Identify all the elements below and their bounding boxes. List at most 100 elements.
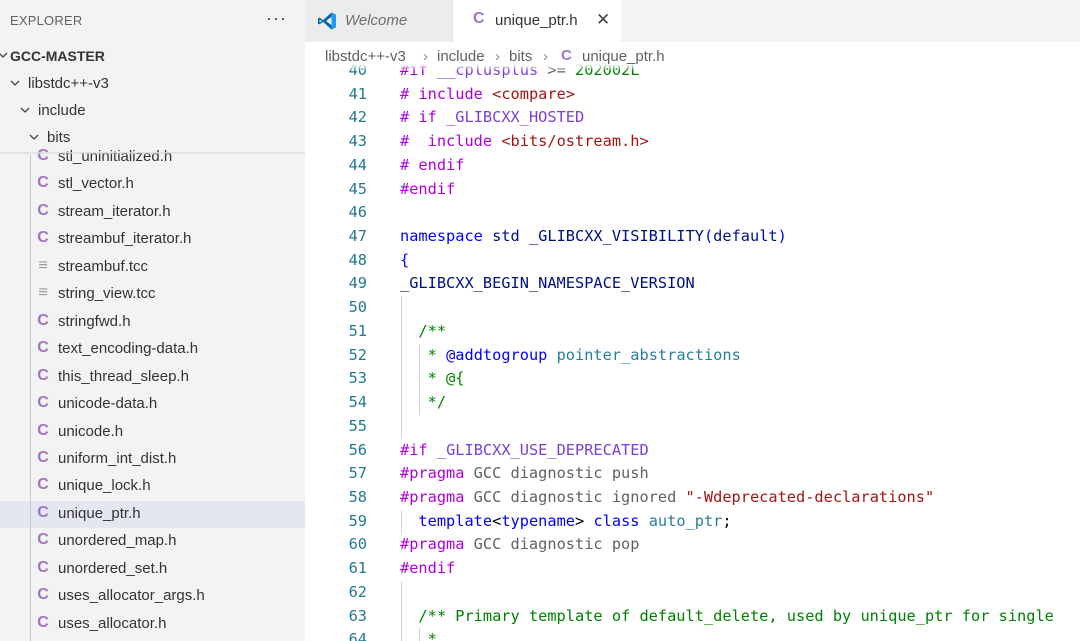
breadcrumb-include[interactable]: include bbox=[437, 48, 485, 65]
file-item[interactable]: Cstl_vector.h bbox=[0, 171, 305, 198]
code-line[interactable]: 61 #endif bbox=[305, 557, 1080, 581]
file-item[interactable]: Cstreambuf_iterator.h bbox=[0, 226, 305, 253]
code-line[interactable]: 54 */ bbox=[305, 391, 1080, 415]
tab-unique-ptr[interactable]: C unique_ptr.h ✕ bbox=[453, 0, 621, 42]
c-file-icon: C bbox=[37, 614, 49, 631]
tree-folder-include[interactable]: include bbox=[0, 98, 305, 125]
tree-root-label: GCC-MASTER bbox=[10, 48, 105, 64]
code-text: # if _GLIBCXX_HOSTED bbox=[400, 108, 585, 126]
tree-root-gcc-master[interactable]: GCC-MASTER bbox=[0, 43, 305, 70]
code-line[interactable]: 63 /** Primary template of default_delet… bbox=[305, 605, 1080, 629]
indent-guide bbox=[419, 344, 420, 368]
line-number: 47 bbox=[348, 227, 367, 245]
file-item[interactable]: Cstl_uninitialized.h bbox=[0, 144, 305, 171]
line-number: 41 bbox=[348, 85, 367, 103]
indent-guide bbox=[401, 391, 402, 415]
file-item-label: unicode-data.h bbox=[58, 395, 158, 412]
file-item[interactable]: Cthis_thread_sleep.h bbox=[0, 364, 305, 391]
line-number: 43 bbox=[348, 132, 367, 150]
code-text: /** Primary template of default_delete, … bbox=[400, 607, 1054, 625]
code-line[interactable]: 52 * @addtogroup pointer_abstractions bbox=[305, 344, 1080, 368]
code-line[interactable]: 43 # include <bits/ostream.h> bbox=[305, 130, 1080, 154]
code-text: # endif bbox=[400, 156, 465, 174]
file-item-label: stream_iterator.h bbox=[58, 203, 171, 220]
indent-guide bbox=[401, 628, 402, 641]
code-line[interactable]: 48 { bbox=[305, 249, 1080, 273]
breadcrumb-bits[interactable]: bits bbox=[509, 48, 532, 65]
explorer-sidebar: EXPLORER ··· GCC-MASTER libstdc++-v3 inc… bbox=[0, 0, 305, 641]
file-item[interactable]: Cuniform_int_dist.h bbox=[0, 446, 305, 473]
code-line[interactable]: 47 namespace std _GLIBCXX_VISIBILITY(defa… bbox=[305, 225, 1080, 249]
file-item[interactable]: Cstream_iterator.h bbox=[0, 199, 305, 226]
line-number: 57 bbox=[348, 464, 367, 482]
file-item-label: unordered_map.h bbox=[58, 532, 177, 549]
code-line[interactable]: 53 * @{ bbox=[305, 367, 1080, 391]
line-number: 62 bbox=[348, 583, 367, 601]
file-item[interactable]: Ctext_encoding-data.h bbox=[0, 336, 305, 363]
file-item[interactable]: Cunordered_set.h bbox=[0, 556, 305, 583]
c-file-icon: C bbox=[37, 367, 49, 384]
indent-guide bbox=[401, 415, 402, 439]
indent-guide bbox=[401, 344, 402, 368]
indent-guide bbox=[419, 391, 420, 415]
code-line[interactable]: 46 bbox=[305, 201, 1080, 225]
code-line[interactable]: 44 # endif bbox=[305, 154, 1080, 178]
indent-guide bbox=[30, 155, 31, 641]
code-line[interactable]: 51 /** bbox=[305, 320, 1080, 344]
file-item-label: this_thread_sleep.h bbox=[58, 368, 189, 385]
file-item[interactable]: Cunique_lock.h bbox=[0, 473, 305, 500]
code-line[interactable]: 60 #pragma GCC diagnostic pop bbox=[305, 533, 1080, 557]
explorer-title: EXPLORER bbox=[10, 13, 83, 28]
code-line[interactable]: 59 template<typename> class auto_ptr; bbox=[305, 510, 1080, 534]
breadcrumb-libstdcxx[interactable]: libstdc++-v3 bbox=[325, 48, 406, 65]
code-text: */ bbox=[400, 393, 447, 411]
indent-guide bbox=[401, 581, 402, 605]
file-item-label: text_encoding-data.h bbox=[58, 340, 199, 357]
file-item[interactable]: ≡ string_view.tcc bbox=[0, 281, 305, 308]
c-file-icon: C bbox=[37, 174, 49, 191]
code-editor[interactable]: 40 #if __cplusplus >= 202002L 41 # include … bbox=[305, 64, 1080, 641]
file-item[interactable]: Cuses_allocator_args.h bbox=[0, 583, 305, 610]
more-actions-icon[interactable]: ··· bbox=[266, 8, 287, 29]
tab-welcome[interactable]: Welcome bbox=[305, 0, 453, 42]
code-line[interactable]: 62 bbox=[305, 581, 1080, 605]
code-line[interactable]: 55 bbox=[305, 415, 1080, 439]
file-item[interactable]: Cstringfwd.h bbox=[0, 309, 305, 336]
c-file-icon: C bbox=[37, 449, 49, 466]
file-item[interactable]: Cunicode.h bbox=[0, 419, 305, 446]
line-number: 56 bbox=[348, 441, 367, 459]
code-line[interactable]: 49 _GLIBCXX_BEGIN_NAMESPACE_VERSION bbox=[305, 272, 1080, 296]
c-file-icon: C bbox=[473, 10, 485, 27]
code-line[interactable]: 64 * bbox=[305, 628, 1080, 641]
line-number: 51 bbox=[348, 322, 367, 340]
code-line[interactable]: 40 #if __cplusplus >= 202002L bbox=[305, 64, 1080, 83]
file-item[interactable]: Cuses_allocator.h bbox=[0, 611, 305, 638]
file-item[interactable]: Cunique_ptr.h bbox=[0, 501, 305, 528]
file-item[interactable]: ≡ streambuf.tcc bbox=[0, 254, 305, 281]
tab-welcome-label: Welcome bbox=[345, 12, 408, 29]
code-line[interactable]: 45 #endif bbox=[305, 178, 1080, 202]
c-file-icon: C bbox=[37, 559, 49, 576]
tree-folder-libstdcxx[interactable]: libstdc++-v3 bbox=[0, 71, 305, 98]
code-line[interactable]: 58 #pragma GCC diagnostic ignored "-Wdepr… bbox=[305, 486, 1080, 510]
breadcrumb-file[interactable]: unique_ptr.h bbox=[582, 48, 665, 65]
c-file-icon: C bbox=[37, 504, 49, 521]
file-item-label: stl_vector.h bbox=[58, 175, 134, 192]
code-line[interactable]: 41 # include <compare> bbox=[305, 83, 1080, 107]
code-line[interactable]: 42 # if _GLIBCXX_HOSTED bbox=[305, 106, 1080, 130]
code-text: #endif bbox=[400, 559, 456, 577]
line-number: 52 bbox=[348, 346, 367, 364]
breadcrumb-separator: › bbox=[543, 48, 548, 65]
code-line[interactable]: 57 #pragma GCC diagnostic push bbox=[305, 462, 1080, 486]
code-line[interactable]: 50 bbox=[305, 296, 1080, 320]
file-item[interactable]: Cunicode-data.h bbox=[0, 391, 305, 418]
editor-tab-bar: Welcome C unique_ptr.h ✕ bbox=[305, 0, 1080, 42]
file-item[interactable]: Cunordered_map.h bbox=[0, 528, 305, 555]
line-number: 46 bbox=[348, 203, 367, 221]
indent-guide bbox=[401, 296, 402, 320]
code-line[interactable]: 56 #if _GLIBCXX_USE_DEPRECATED bbox=[305, 439, 1080, 463]
file-item-label: streambuf_iterator.h bbox=[58, 230, 192, 247]
close-icon[interactable]: ✕ bbox=[596, 10, 610, 30]
file-item-label: unicode.h bbox=[58, 423, 124, 440]
text-file-icon: ≡ bbox=[38, 284, 48, 301]
